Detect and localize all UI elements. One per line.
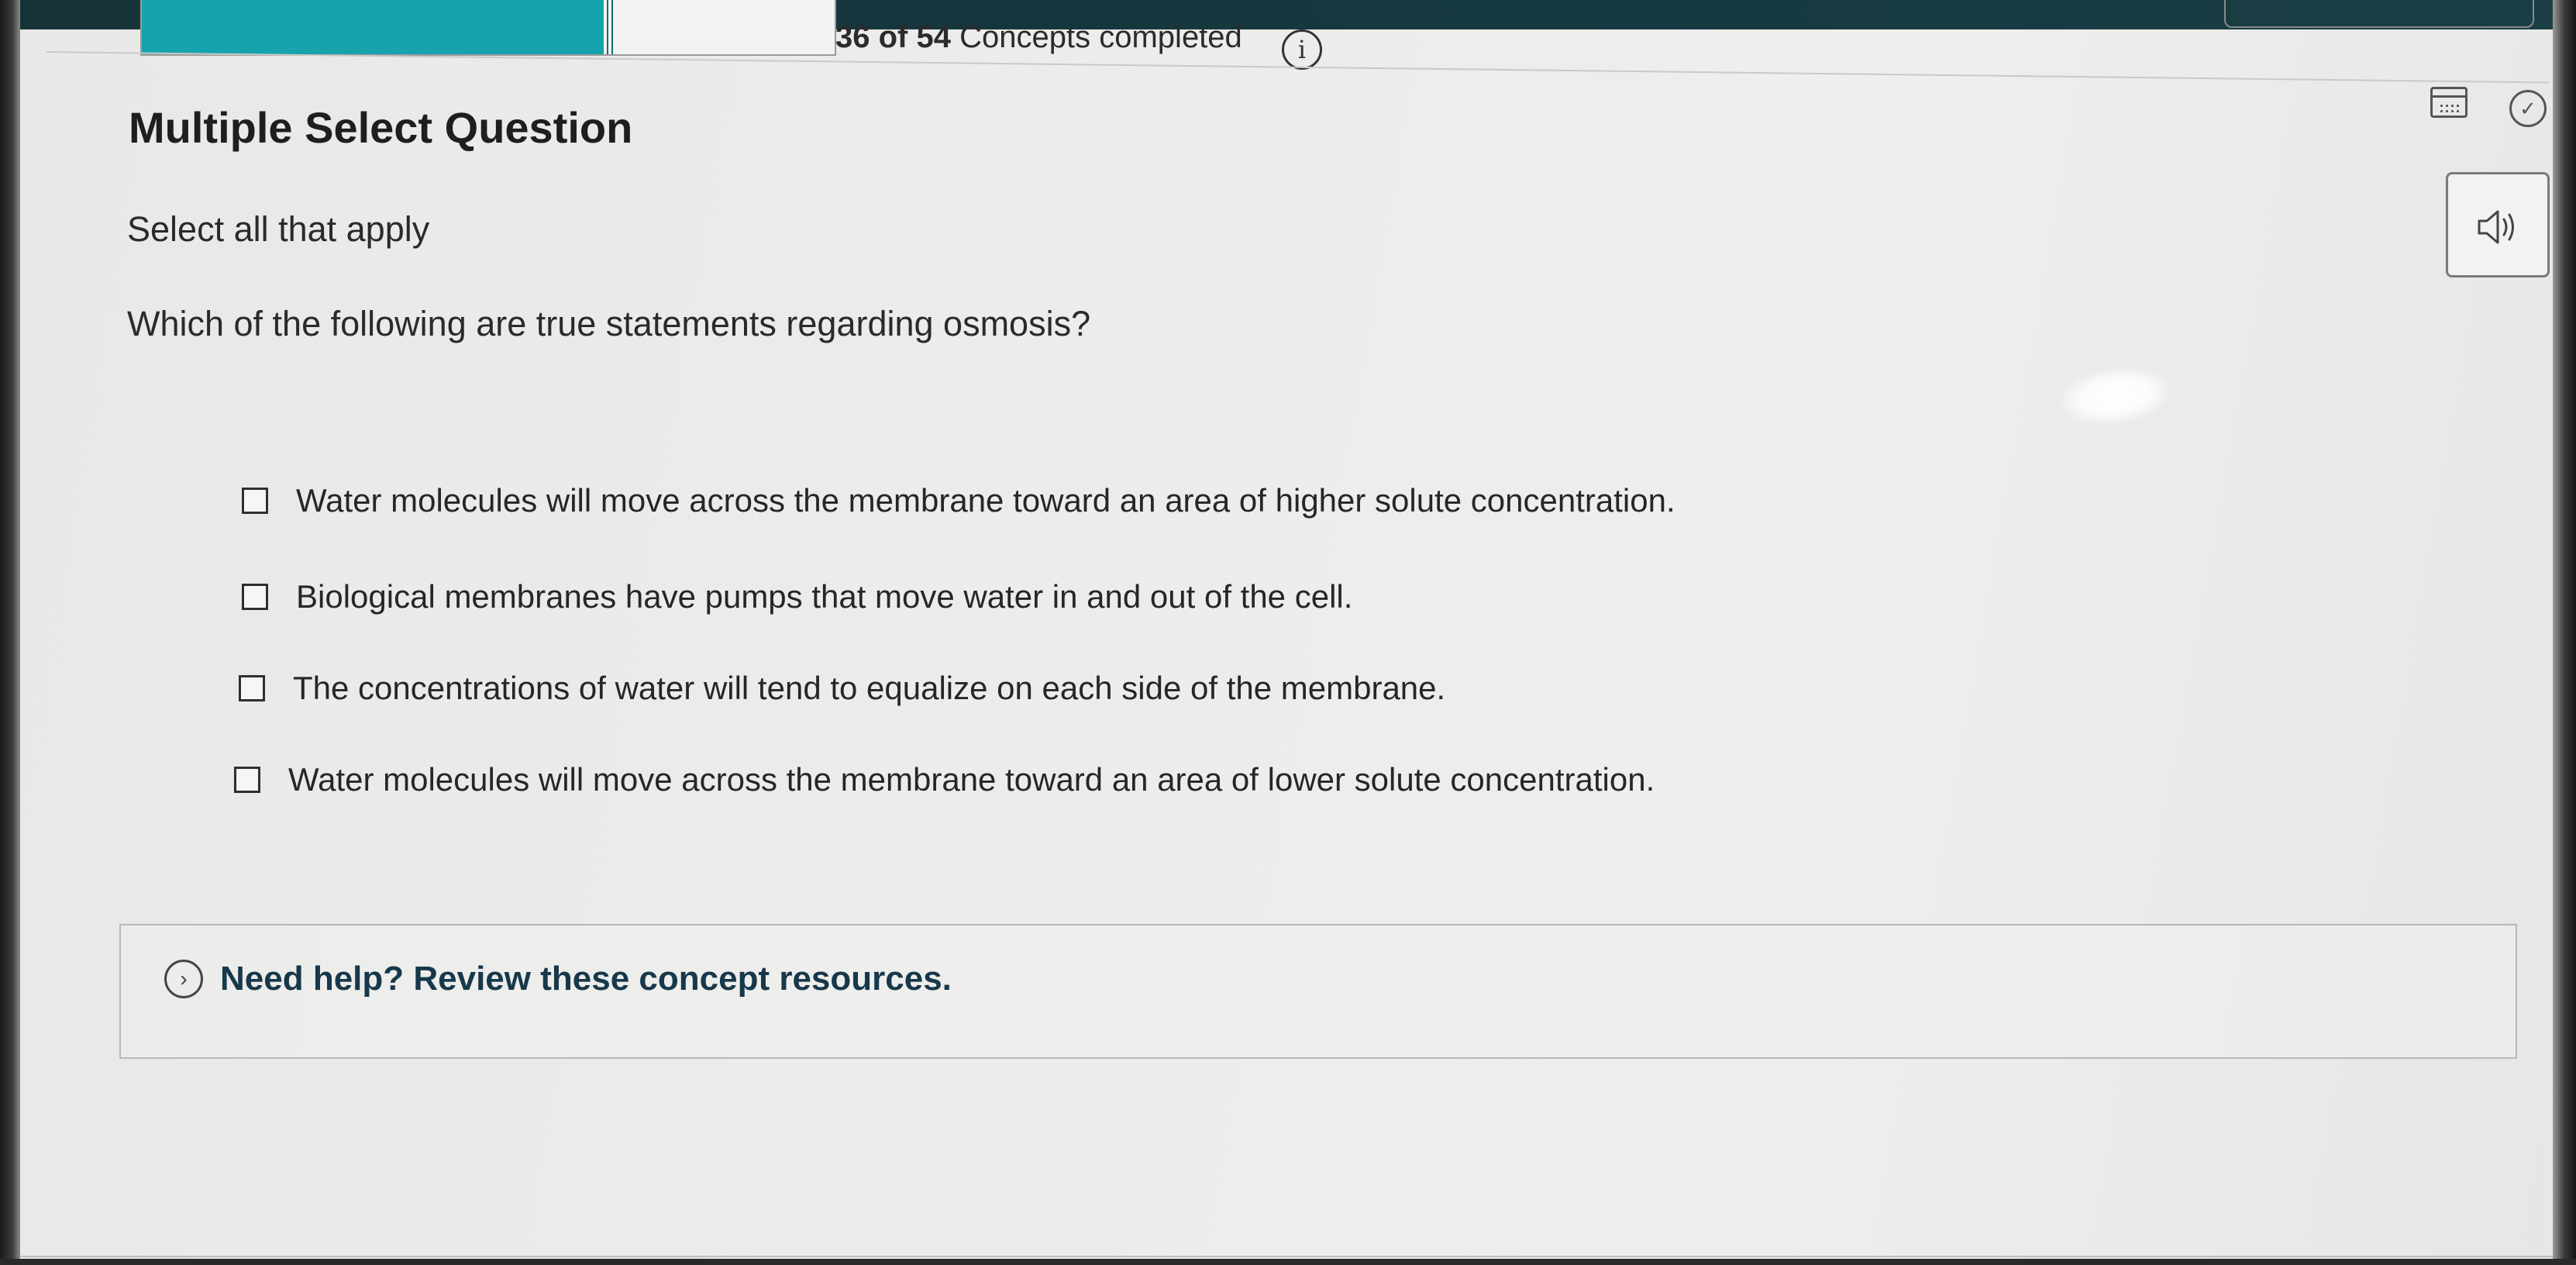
header-bar xyxy=(20,0,2554,56)
option-3[interactable]: The concentrations of water will tend to… xyxy=(239,670,1445,707)
bezel-bottom xyxy=(0,1259,2576,1265)
chevron-right-circle-icon[interactable]: › xyxy=(164,960,203,998)
question-type-title: Multiple Select Question xyxy=(129,103,633,152)
progress-fill xyxy=(142,0,604,54)
instruction-text: Select all that apply xyxy=(127,209,430,249)
option-label: Water molecules will move across the mem… xyxy=(288,761,1655,798)
option-label: Biological membranes have pumps that mov… xyxy=(296,578,1353,615)
check-circle-icon[interactable]: ✓ xyxy=(2509,90,2547,127)
read-aloud-button[interactable] xyxy=(2446,172,2550,277)
progress-marker xyxy=(606,0,613,54)
speaker-icon xyxy=(2478,210,2514,244)
checkbox[interactable] xyxy=(242,488,268,514)
progress-bar xyxy=(140,0,836,56)
calendar-icon[interactable] xyxy=(2430,87,2468,118)
completed-count: 36 xyxy=(835,20,870,54)
option-label: The concentrations of water will tend to… xyxy=(293,670,1446,706)
checkbox[interactable] xyxy=(239,675,265,701)
question-prompt: Which of the following are true statemen… xyxy=(127,304,1091,343)
bezel-right xyxy=(2553,0,2576,1265)
help-resources-link[interactable]: Need help? Review these concept resource… xyxy=(220,960,952,998)
total-count: 54 xyxy=(916,20,952,54)
bezel-left xyxy=(0,0,20,1265)
info-circle-icon[interactable]: i xyxy=(1282,29,1322,70)
option-4[interactable]: Water molecules will move across the mem… xyxy=(234,761,1655,798)
checkbox[interactable] xyxy=(234,767,260,793)
progress-label: 36 of 54 Concepts completed xyxy=(835,20,1242,55)
progress-suffix: Concepts completed xyxy=(959,20,1242,54)
option-1[interactable]: Water molecules will move across the mem… xyxy=(242,482,1675,519)
screen: 36 of 54 Concepts completed i ✓ Multiple… xyxy=(0,0,2576,1265)
option-label: Water molecules will move across the mem… xyxy=(296,482,1675,519)
bottom-divider xyxy=(20,1256,2554,1257)
screen-glare xyxy=(2058,361,2174,431)
of-label: of xyxy=(878,20,908,54)
option-2[interactable]: Biological membranes have pumps that mov… xyxy=(242,578,1352,615)
top-right-control[interactable] xyxy=(2224,0,2534,28)
checkbox[interactable] xyxy=(242,584,268,610)
help-resources-panel[interactable]: › Need help? Review these concept resour… xyxy=(119,924,2517,1059)
